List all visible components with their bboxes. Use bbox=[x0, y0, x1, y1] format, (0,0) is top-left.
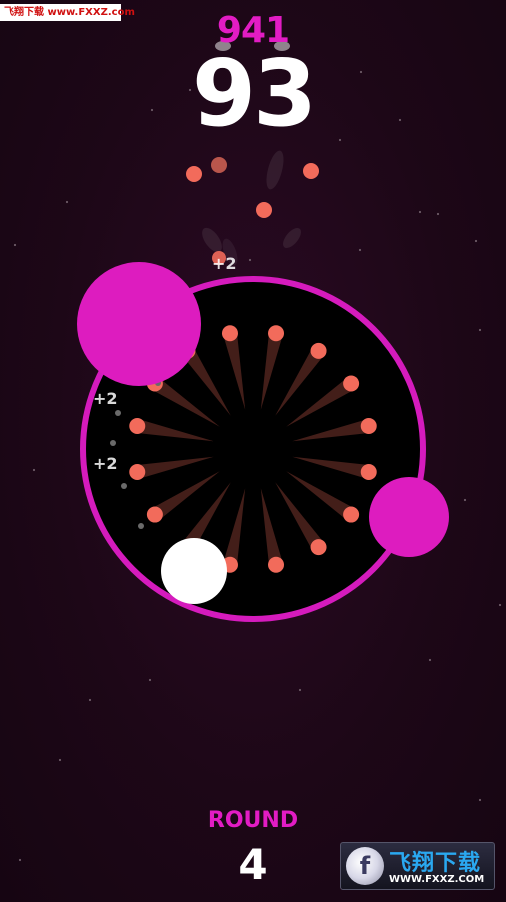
ball bbox=[268, 325, 285, 342]
star bbox=[428, 658, 432, 662]
ball bbox=[129, 417, 146, 434]
star bbox=[248, 258, 252, 262]
star bbox=[358, 248, 362, 252]
magenta-orb-large bbox=[77, 262, 201, 386]
ball bbox=[310, 342, 327, 359]
star bbox=[88, 698, 92, 702]
ball bbox=[221, 325, 238, 342]
magenta-orb-small bbox=[369, 477, 449, 557]
star bbox=[478, 328, 482, 332]
ball bbox=[256, 202, 272, 218]
watermark-url: WWW.FXXZ.COM bbox=[389, 874, 485, 885]
star bbox=[418, 210, 422, 214]
star bbox=[478, 798, 482, 802]
score-popup: +2 bbox=[212, 254, 237, 273]
score-popup: +2 bbox=[93, 454, 118, 473]
score-popup: +2 bbox=[93, 389, 118, 408]
star bbox=[58, 758, 62, 762]
player-ball[interactable] bbox=[161, 538, 227, 604]
ball bbox=[310, 539, 327, 556]
star bbox=[32, 468, 36, 472]
ball bbox=[186, 166, 202, 182]
ball bbox=[268, 556, 285, 573]
star bbox=[498, 603, 502, 607]
watermark-logo-icon: f bbox=[346, 847, 384, 885]
star bbox=[148, 678, 152, 682]
ball bbox=[303, 163, 319, 179]
ball bbox=[211, 157, 227, 173]
ball bbox=[343, 375, 360, 392]
watermark-bottom: f 飞翔下载 WWW.FXXZ.COM bbox=[340, 842, 495, 890]
ball bbox=[360, 464, 377, 481]
star bbox=[463, 498, 467, 502]
watermark-title: 飞翔下载 bbox=[389, 851, 482, 876]
round-label: ROUND bbox=[207, 808, 299, 833]
ball bbox=[360, 417, 377, 434]
ball bbox=[146, 506, 163, 523]
current-score: 93 bbox=[191, 40, 317, 147]
ball bbox=[343, 506, 360, 523]
star bbox=[65, 200, 69, 204]
star bbox=[436, 212, 440, 216]
star bbox=[298, 688, 302, 692]
star bbox=[474, 239, 478, 243]
star bbox=[13, 243, 17, 247]
ball bbox=[129, 464, 146, 481]
game-stage[interactable]: 飞翔下载 www.FXXZ.com 941 93 +2 +2 +2 ROUND … bbox=[0, 0, 506, 902]
